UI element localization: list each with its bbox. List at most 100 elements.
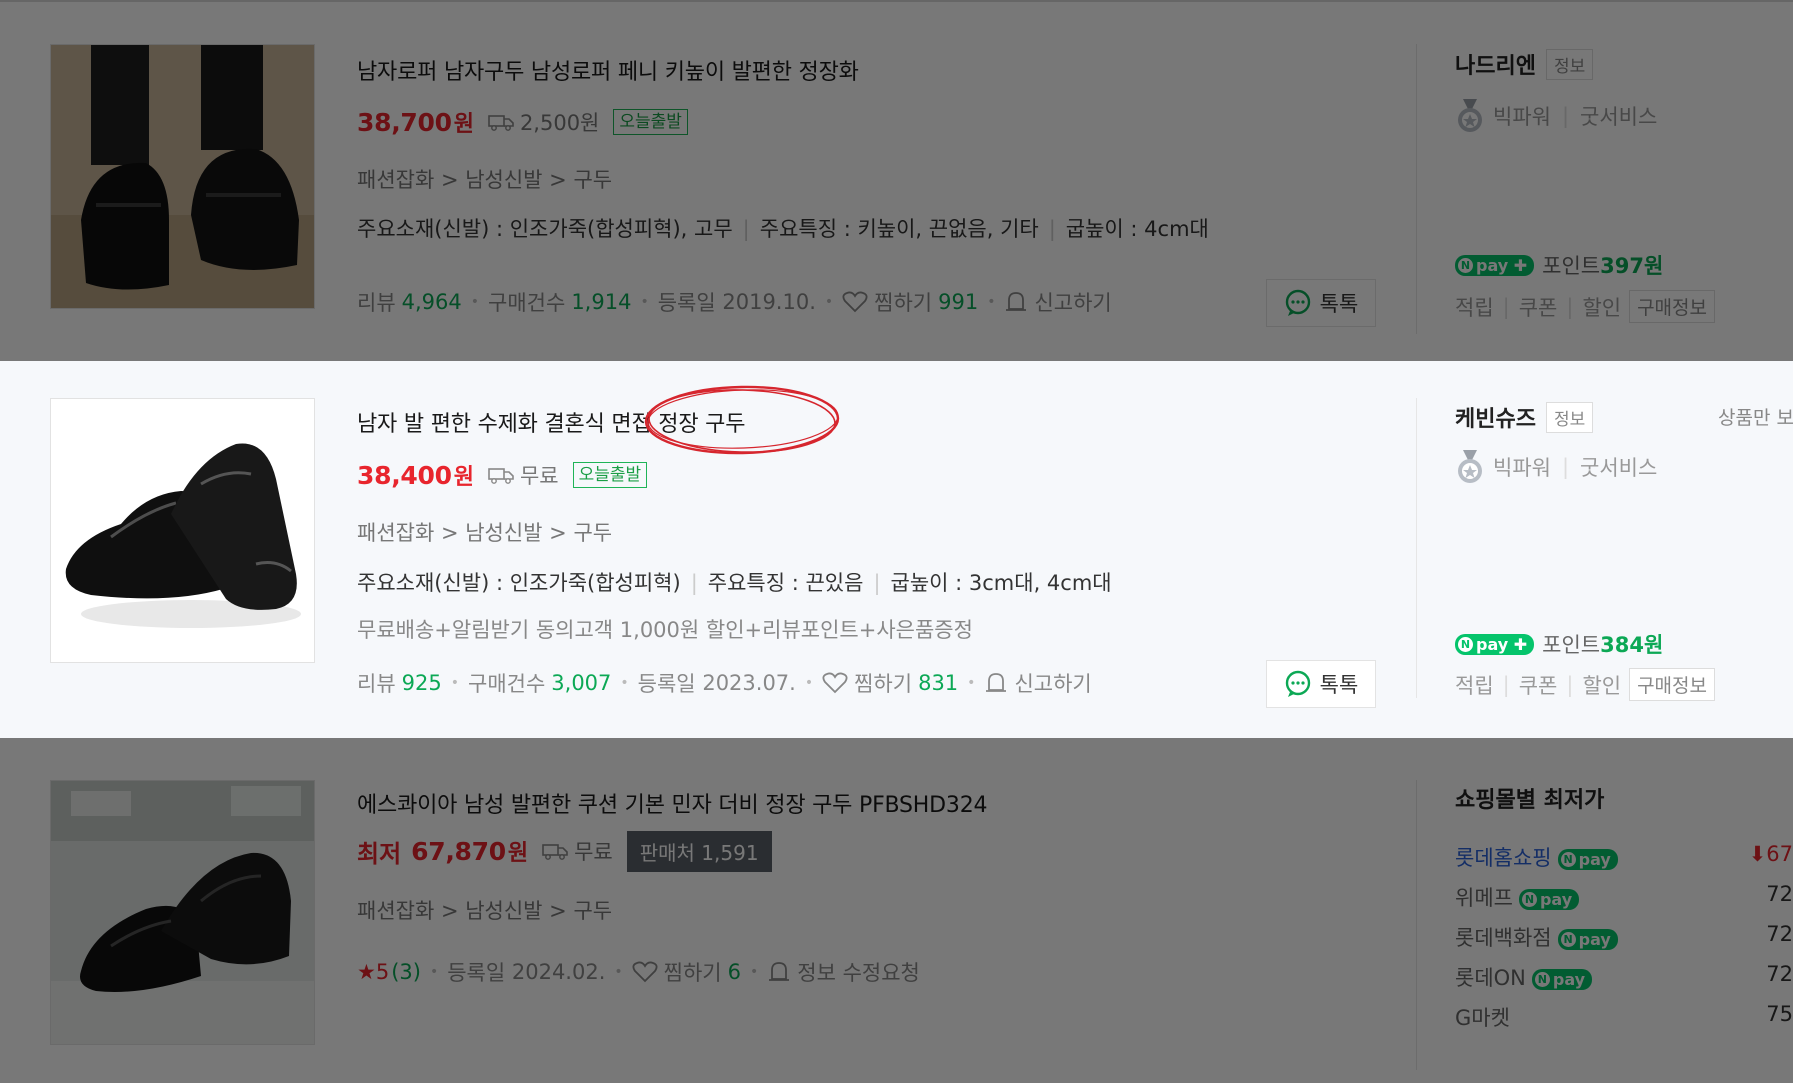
product-title[interactable]: 남자로퍼 남자구두 남성로퍼 페니 키높이 발편한 정장화 xyxy=(357,54,859,86)
shop-row[interactable]: 롯데홈쇼핑 Npay ⬇67 xyxy=(1455,842,1793,872)
wish-label[interactable]: 찜하기 xyxy=(874,287,932,317)
benefit-earn: 적립 xyxy=(1455,295,1494,320)
rating-count[interactable]: (3) xyxy=(391,960,421,984)
price-line: 최저 67,870 원 무료 판매처 1,591 xyxy=(357,830,772,872)
attr-feature: 주요특징 : 끈있음 xyxy=(707,571,864,595)
talktalk-button[interactable]: 톡톡 xyxy=(1266,660,1376,708)
shop-price[interactable]: ⬇67 xyxy=(1749,842,1793,866)
purchase-label: 구매건수 xyxy=(468,672,546,696)
report-link[interactable]: 신고하기 xyxy=(1014,668,1091,698)
report-link[interactable]: 신고하기 xyxy=(1034,287,1111,317)
shop-price[interactable]: 72 xyxy=(1766,922,1793,946)
edit-request-link[interactable]: 정보 수정요청 xyxy=(797,957,920,987)
category-breadcrumb[interactable]: 패션잡화 > 남성신발 > 구두 xyxy=(357,164,612,194)
price-line: 38,400 원 무료 오늘출발 xyxy=(357,458,648,492)
heart-icon[interactable] xyxy=(632,961,658,983)
wish-label[interactable]: 찜하기 xyxy=(664,957,722,987)
review-count[interactable]: 4,964 xyxy=(402,290,462,314)
shop-name[interactable]: 위메프 xyxy=(1455,886,1513,910)
today-shipping-badge: 오늘출발 xyxy=(572,462,648,488)
shop-row[interactable]: 위메프 Npay 72 xyxy=(1455,882,1793,912)
benefit-line: 적립 | 쿠폰 | 할인 구매정보 xyxy=(1455,290,1715,323)
mall-info-button[interactable]: 정보 xyxy=(1545,48,1594,80)
product-meta: ★5 (3) • 등록일 2024.02. • 찜하기 6 • 정보 수정요청 xyxy=(357,957,920,987)
price-unit: 원 xyxy=(507,841,529,866)
talktalk-button[interactable]: 톡톡 xyxy=(1266,279,1376,327)
product-thumbnail-derby[interactable] xyxy=(50,780,315,1045)
shipping-text: 무료 xyxy=(574,840,613,864)
heart-icon[interactable] xyxy=(822,672,848,694)
price: 38,700 xyxy=(357,107,452,137)
benefit-line: 적립 | 쿠폰 | 할인 구매정보 xyxy=(1455,668,1715,701)
purchase-label: 구매건수 xyxy=(488,291,566,315)
product-attributes: 주요소재(신발) : 인조가죽(합성피혁), 고무 | 주요특징 : 키높이, 끈없… xyxy=(357,217,1209,241)
review-label[interactable]: 리뷰 xyxy=(357,287,396,317)
price: 67,870 xyxy=(411,836,506,866)
seller-count-button[interactable]: 판매처 1,591 xyxy=(626,830,772,872)
shop-name[interactable]: 롯데백화점 xyxy=(1455,926,1552,950)
price-unit: 원 xyxy=(453,112,474,137)
divider xyxy=(1416,398,1417,698)
shop-row[interactable]: G마켓 75 xyxy=(1455,1002,1793,1032)
power-label: 빅파워 xyxy=(1493,456,1551,480)
benefit-coupon: 쿠폰 xyxy=(1518,295,1558,320)
view-product-only-link[interactable]: 상품만 보 xyxy=(1718,403,1793,430)
benefit-coupon: 쿠폰 xyxy=(1518,673,1558,698)
attr-feature: 주요특징 : 키높이, 끈없음, 기타 xyxy=(759,217,1039,241)
purchase-count: 3,007 xyxy=(551,671,612,695)
benefit-discount: 할인 xyxy=(1582,295,1622,320)
lowest-label: 최저 xyxy=(357,839,402,868)
medal-icon xyxy=(1458,450,1482,483)
shop-price[interactable]: 72 xyxy=(1766,962,1793,986)
bell-icon[interactable] xyxy=(1004,290,1028,314)
talktalk-label: 톡톡 xyxy=(1319,673,1359,697)
product-thumbnail-loafer[interactable] xyxy=(50,44,315,309)
shipping-text: 무료 xyxy=(519,464,559,488)
category-breadcrumb[interactable]: 패션잡화 > 남성신발 > 구두 xyxy=(357,895,612,925)
shop-price[interactable]: 75 xyxy=(1766,1002,1793,1026)
mall-name[interactable]: 케빈슈즈 정보 xyxy=(1455,401,1594,433)
mall-name[interactable]: 나드리엔 정보 xyxy=(1455,48,1594,80)
review-label[interactable]: 리뷰 xyxy=(357,668,396,698)
product-thumbnail-oxford[interactable] xyxy=(50,398,315,663)
shop-row[interactable]: 롯데백화점 Npay 72 xyxy=(1455,922,1793,952)
bell-icon[interactable] xyxy=(984,671,1008,695)
price: 38,400 xyxy=(357,460,452,490)
shipping-fee: 무료 xyxy=(542,836,613,866)
purchase-info-button[interactable]: 구매정보 xyxy=(1629,290,1715,323)
shipping-fee: 2,500원 xyxy=(488,107,599,137)
bell-icon[interactable] xyxy=(767,960,791,984)
product-title[interactable]: 남자 발 편한 수제화 결혼식 면접 정장 구두 xyxy=(357,406,745,438)
shop-name[interactable]: 롯데ON xyxy=(1455,966,1526,990)
shop-name[interactable]: G마켓 xyxy=(1455,1006,1510,1030)
shop-row[interactable]: 롯데ON Npay 72 xyxy=(1455,962,1793,992)
mall-info-button[interactable]: 정보 xyxy=(1545,401,1594,433)
service-label: 굿서비스 xyxy=(1580,105,1658,129)
review-count[interactable]: 925 xyxy=(402,671,442,695)
shop-name[interactable]: 롯데홈쇼핑 xyxy=(1455,846,1552,870)
heart-icon[interactable] xyxy=(842,291,868,313)
divider xyxy=(1416,44,1417,334)
category-breadcrumb[interactable]: 패션잡화 > 남성신발 > 구두 xyxy=(357,517,612,547)
product-row-2: 남자 발 편한 수제화 결혼식 면접 정장 구두 38,400 원 무료 오늘출발… xyxy=(0,361,1793,738)
purchase-info-button[interactable]: 구매정보 xyxy=(1629,668,1715,701)
talktalk-label: 톡톡 xyxy=(1319,292,1359,316)
mall-name-text[interactable]: 나드리엔 xyxy=(1455,48,1536,80)
lowest-price-by-mall-title: 쇼핑몰별 최저가 xyxy=(1455,788,1605,813)
shop-price[interactable]: 72 xyxy=(1766,882,1793,906)
product-meta: 리뷰 4,964 • 구매건수 1,914 • 등록일 2019.10. • 찜하기… xyxy=(357,287,1112,317)
service-label: 굿서비스 xyxy=(1580,456,1658,480)
reg-date: 2024.02. xyxy=(511,960,606,984)
product-attributes: 주요소재(신발) : 인조가죽(합성피혁) | 주요특징 : 끈있음 | 굽높이 : 3… xyxy=(357,571,1112,595)
point-value: 397원 xyxy=(1600,254,1664,278)
product-title[interactable]: 에스콰이아 남성 발편한 쿠션 기본 민자 더비 정장 구두 PFBSHD324 xyxy=(357,787,987,819)
mall-name-text[interactable]: 케빈슈즈 xyxy=(1455,401,1536,433)
wish-count: 991 xyxy=(938,290,979,314)
reg-date: 2019.10. xyxy=(722,290,816,314)
wish-label[interactable]: 찜하기 xyxy=(854,668,912,698)
product-row-1: 남자로퍼 남자구두 남성로퍼 페니 키높이 발편한 정장화 38,700 원 2,… xyxy=(0,0,1793,361)
purchase-count: 1,914 xyxy=(571,290,632,314)
chat-icon xyxy=(1285,670,1310,697)
benefit-earn: 적립 xyxy=(1455,673,1494,698)
truck-icon xyxy=(488,468,514,484)
